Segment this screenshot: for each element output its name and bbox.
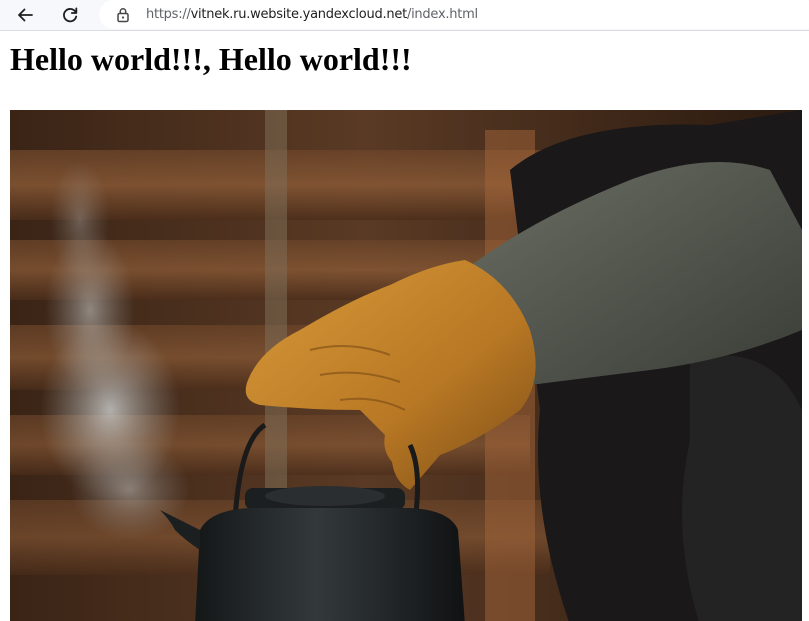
reload-icon [61,6,79,24]
page-content: Hello world!!!, Hello world!!! [0,31,809,621]
address-bar[interactable]: https://vitnek.ru.website.yandexcloud.ne… [99,0,809,29]
lock-icon[interactable] [116,7,130,23]
page-heading: Hello world!!!, Hello world!!! [10,41,412,77]
kettle-photo [10,110,802,621]
url-scheme: https:// [146,7,191,22]
browser-toolbar: https://vitnek.ru.website.yandexcloud.ne… [0,0,809,30]
url-path: /index.html [406,7,478,22]
back-button[interactable] [11,1,39,29]
url-host: vitnek.ru.website.yandexcloud.net [190,7,408,22]
reload-button[interactable] [56,1,84,29]
arrow-left-icon [16,6,34,24]
url-text[interactable]: https://vitnek.ru.website.yandexcloud.ne… [146,7,478,22]
